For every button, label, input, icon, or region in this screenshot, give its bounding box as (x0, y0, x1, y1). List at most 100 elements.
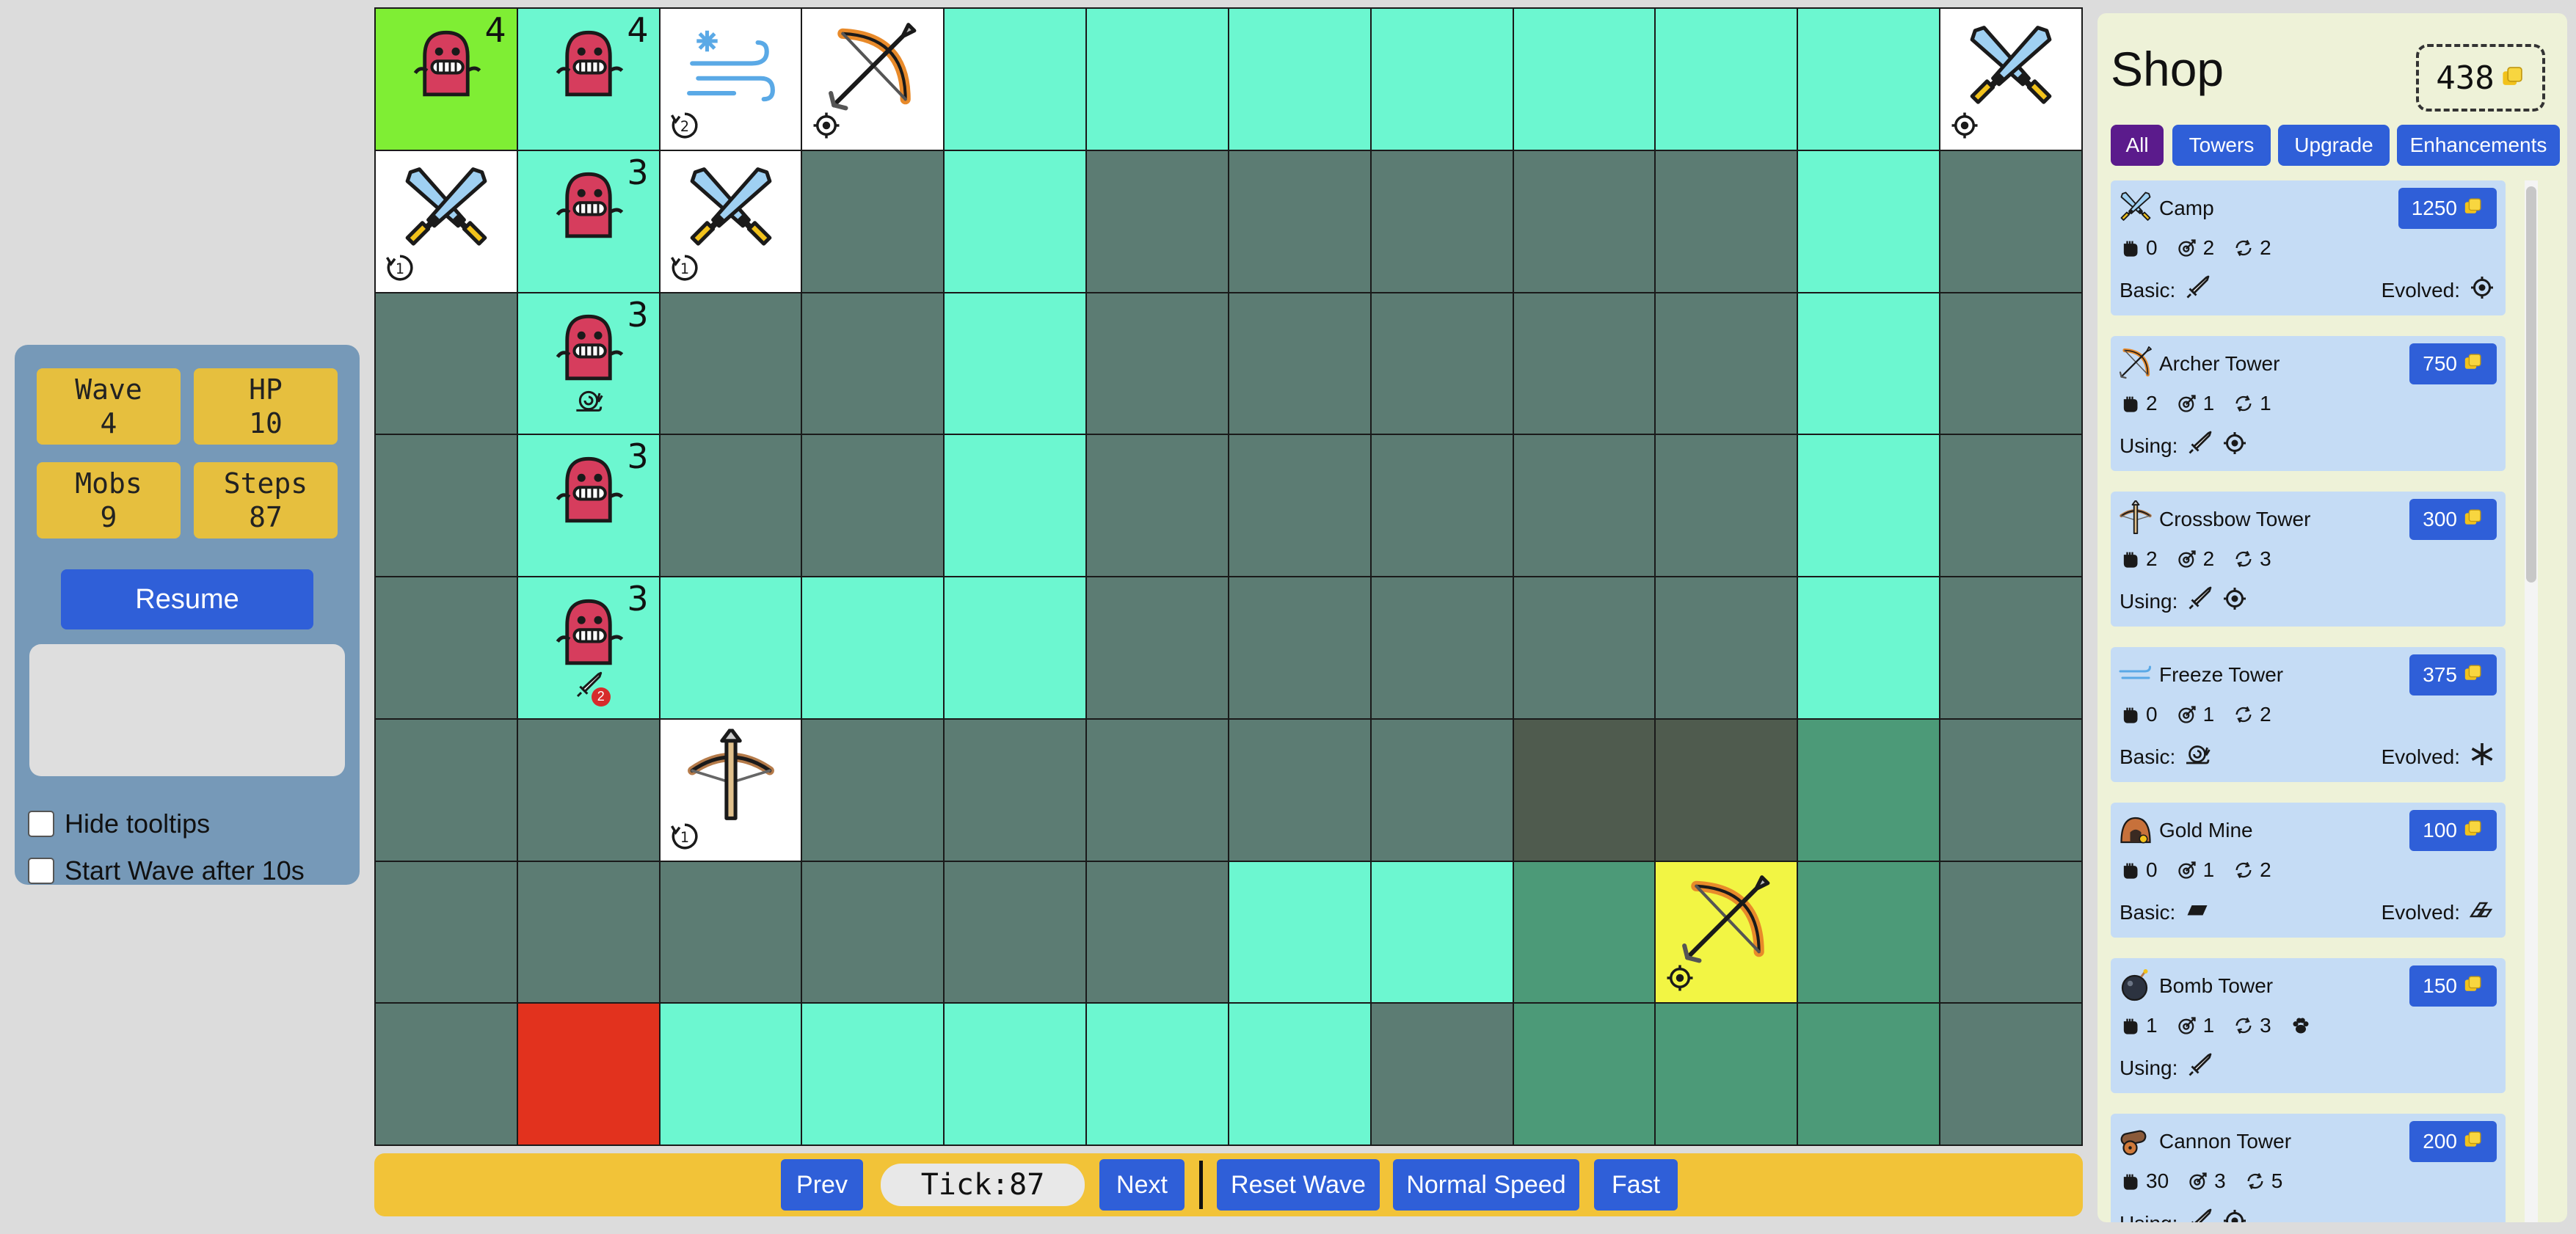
board-cell[interactable] (1371, 435, 1513, 576)
board-cell[interactable] (1656, 435, 1797, 576)
board-cell[interactable] (1087, 1004, 1228, 1144)
board-cell[interactable]: 1 (660, 150, 801, 292)
start-wave-checkbox[interactable] (28, 858, 54, 884)
board-cell[interactable] (1371, 150, 1513, 292)
board-cell[interactable] (945, 1004, 1086, 1144)
board-cell[interactable] (1798, 9, 1940, 150)
board-cell[interactable] (1513, 719, 1655, 861)
buy-button[interactable]: 750 (2409, 343, 2497, 384)
board-cell[interactable]: 3 (517, 293, 659, 434)
board-cell[interactable] (1371, 9, 1513, 150)
board-cell[interactable] (1087, 150, 1228, 292)
board-cell[interactable] (660, 435, 801, 576)
board-cell[interactable] (945, 150, 1086, 292)
board-cell[interactable] (517, 719, 659, 861)
board-cell[interactable] (945, 9, 1086, 150)
board-cell[interactable] (802, 719, 944, 861)
buy-button[interactable]: 200 (2409, 1121, 2497, 1162)
board-cell[interactable] (1940, 577, 2081, 718)
board-cell[interactable] (1513, 293, 1655, 434)
board-cell[interactable] (945, 435, 1086, 576)
board-cell[interactable]: 32 (517, 577, 659, 718)
board-cell[interactable] (1798, 861, 1940, 1003)
board-cell[interactable] (1087, 719, 1228, 861)
board-cell[interactable] (1940, 293, 2081, 434)
board-cell[interactable] (1229, 9, 1370, 150)
board-cell[interactable] (1087, 861, 1228, 1003)
reset-wave-button[interactable]: Reset Wave (1217, 1159, 1380, 1211)
board-cell[interactable] (660, 1004, 801, 1144)
board-cell[interactable] (660, 577, 801, 718)
board-cell[interactable] (376, 719, 517, 861)
board-cell[interactable] (945, 861, 1086, 1003)
shop-item-freeze-tower[interactable]: Freeze Tower 375 0 1 2 Basic: Evolved: (2111, 647, 2506, 782)
prev-button[interactable]: Prev (781, 1159, 863, 1211)
shop-item-archer-tower[interactable]: Archer Tower 750 2 1 1 Using: (2111, 336, 2506, 471)
board-cell[interactable] (802, 435, 944, 576)
normal-speed-button[interactable]: Normal Speed (1393, 1159, 1579, 1211)
buy-button[interactable]: 100 (2409, 810, 2497, 851)
buy-button[interactable]: 1250 (2398, 188, 2497, 229)
board-cell[interactable] (1798, 293, 1940, 434)
board-cell[interactable] (1940, 435, 2081, 576)
board-cell[interactable] (1513, 9, 1655, 150)
board-cell[interactable] (1087, 435, 1228, 576)
board-cell[interactable] (945, 293, 1086, 434)
board-cell[interactable]: 4 (376, 9, 517, 150)
board-cell[interactable] (376, 293, 517, 434)
board-cell[interactable] (1940, 9, 2081, 150)
board-cell[interactable] (1513, 1004, 1655, 1144)
board-cell[interactable] (376, 577, 517, 718)
board-cell[interactable] (376, 861, 517, 1003)
board-cell[interactable] (802, 293, 944, 434)
board-cell[interactable] (1087, 9, 1228, 150)
board-cell[interactable] (945, 719, 1086, 861)
board-cell[interactable] (1656, 9, 1797, 150)
board-cell[interactable] (802, 861, 944, 1003)
board-cell[interactable] (1087, 577, 1228, 718)
board-cell[interactable] (1229, 150, 1370, 292)
board-cell[interactable] (1798, 150, 1940, 292)
start-wave-toggle[interactable]: Start Wave after 10s (28, 853, 305, 889)
next-button[interactable]: Next (1099, 1159, 1185, 1211)
shop-item-cannon-tower[interactable]: Cannon Tower 200 30 3 5 Using: (2111, 1114, 2506, 1222)
board-cell[interactable] (802, 577, 944, 718)
board-cell[interactable] (1229, 719, 1370, 861)
shop-item-gold-mine[interactable]: Gold Mine 100 0 1 2 Basic: Evolved: (2111, 803, 2506, 938)
shop-item-crossbow-tower[interactable]: Crossbow Tower 300 2 2 3 Using: (2111, 492, 2506, 627)
board-cell[interactable] (1656, 719, 1797, 861)
board-cell[interactable] (802, 150, 944, 292)
board-cell[interactable] (1656, 293, 1797, 434)
filter-towers-button[interactable]: Towers (2172, 125, 2271, 166)
board-cell[interactable] (1656, 150, 1797, 292)
board-cell[interactable] (1371, 293, 1513, 434)
board-cell[interactable] (1798, 1004, 1940, 1144)
buy-button[interactable]: 150 (2409, 965, 2497, 1007)
hide-tooltips-toggle[interactable]: Hide tooltips (28, 806, 210, 842)
board-cell[interactable] (802, 1004, 944, 1144)
board-cell[interactable] (1371, 577, 1513, 718)
board-cell[interactable] (1940, 861, 2081, 1003)
board-cell[interactable] (1229, 577, 1370, 718)
board-cell[interactable] (1229, 293, 1370, 434)
board-cell[interactable] (1513, 861, 1655, 1003)
board-cell[interactable]: 4 (517, 9, 659, 150)
board-cell[interactable] (660, 293, 801, 434)
shop-scroll-thumb[interactable] (2526, 186, 2536, 583)
board-cell[interactable] (1798, 719, 1940, 861)
board-cell[interactable] (1371, 1004, 1513, 1144)
resume-button[interactable]: Resume (61, 569, 313, 629)
board-cell[interactable] (660, 861, 801, 1003)
board-cell[interactable] (802, 9, 944, 150)
board-cell[interactable] (1798, 435, 1940, 576)
board-cell[interactable] (1798, 577, 1940, 718)
board-cell[interactable] (1656, 1004, 1797, 1144)
board-cell[interactable]: 1 (376, 150, 517, 292)
board-cell[interactable] (376, 1004, 517, 1144)
board-cell[interactable]: 2 (660, 9, 801, 150)
board-cell[interactable] (517, 1004, 659, 1144)
shop-item-camp[interactable]: Camp 1250 0 2 2 Basic: Evolved: (2111, 180, 2506, 315)
board-cell[interactable] (945, 577, 1086, 718)
hide-tooltips-checkbox[interactable] (28, 811, 54, 837)
board-cell[interactable] (1087, 293, 1228, 434)
